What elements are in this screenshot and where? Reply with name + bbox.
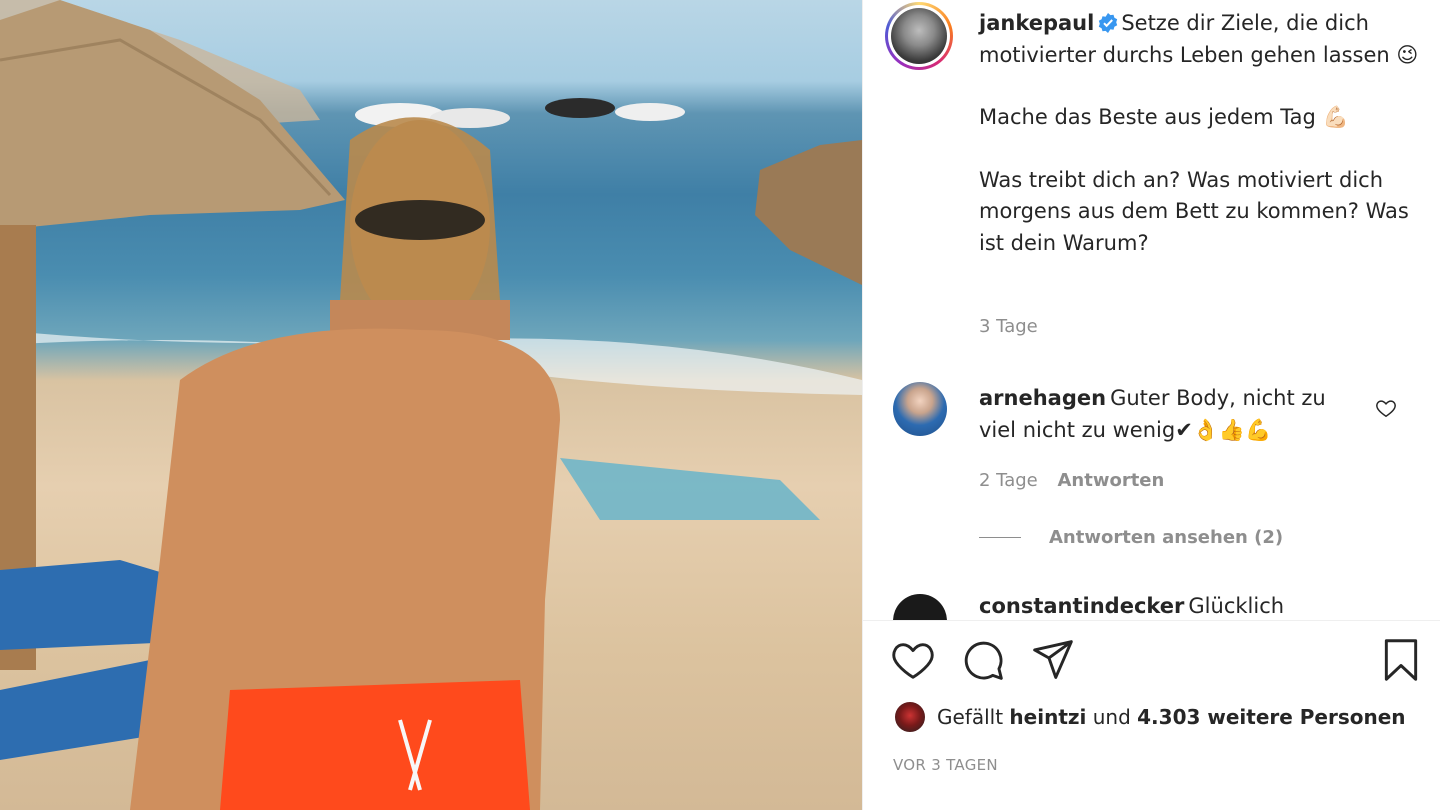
comment-heart-icon[interactable] (1375, 397, 1397, 419)
post-side-panel: jankepaul Setze dir Ziele, die dich motiv… (862, 0, 1440, 810)
post-photo[interactable] (0, 0, 862, 810)
comment-item: constantindecker Glücklich (979, 594, 1284, 618)
post-date[interactable]: VOR 3 TAGEN (893, 756, 998, 774)
view-replies-button[interactable]: Antworten ansehen (2) (979, 527, 1283, 548)
post-caption: jankepaul Setze dir Ziele, die dich motiv… (979, 8, 1419, 259)
reply-button[interactable]: Antworten (1057, 470, 1164, 491)
comment-text: Glücklich (1188, 594, 1285, 618)
likes-prefix: Gefällt (937, 705, 1004, 729)
verified-badge-icon (1099, 13, 1118, 33)
author-username[interactable]: jankepaul (979, 11, 1094, 35)
likes-summary[interactable]: Gefällt heintzi und 4.303 weitere Person… (893, 700, 1406, 734)
caption-paragraph-3: Was treibt dich an? Was motiviert dich m… (979, 167, 1409, 255)
author-avatar[interactable] (885, 2, 953, 70)
comment-button[interactable] (961, 638, 1005, 682)
likes-count[interactable]: 4.303 weitere Personen (1137, 705, 1405, 729)
like-button[interactable] (891, 638, 935, 682)
commenter-avatar[interactable] (893, 594, 947, 620)
actions-divider (863, 620, 1440, 621)
post-actions-bar (863, 638, 1440, 688)
commenter-avatar[interactable] (893, 382, 947, 436)
heart-icon (892, 643, 934, 679)
comment-meta: 2 Tage Antworten (979, 470, 1164, 491)
comments-scroll-area[interactable]: jankepaul Setze dir Ziele, die dich motiv… (863, 0, 1440, 620)
save-button[interactable] (1379, 638, 1423, 682)
bookmark-icon (1384, 639, 1418, 681)
comment-emojis: ✔👌👍💪 (1175, 417, 1272, 442)
comment-icon (964, 641, 1003, 680)
replies-divider-line (979, 537, 1021, 538)
view-replies-label: Antworten ansehen (2) (1049, 527, 1284, 548)
share-button[interactable] (1031, 638, 1075, 682)
caption-paragraph-2: Mache das Beste aus jedem Tag 💪🏻 (979, 105, 1349, 129)
paper-plane-icon (1033, 640, 1073, 679)
caption-timestamp[interactable]: 3 Tage (979, 316, 1038, 337)
liker-avatar (893, 700, 927, 734)
commenter-username[interactable]: constantindecker (979, 594, 1184, 618)
liker-username[interactable]: heintzi (1009, 705, 1086, 729)
comment-item: arnehagen Guter Body, nicht zu viel nicht… (979, 383, 1339, 446)
comment-timestamp[interactable]: 2 Tage (979, 470, 1038, 491)
commenter-username[interactable]: arnehagen (979, 386, 1106, 410)
beach-photo-illustration (0, 0, 862, 810)
likes-middle: und (1092, 705, 1131, 729)
caption-emoji: 😉 (1396, 42, 1419, 67)
